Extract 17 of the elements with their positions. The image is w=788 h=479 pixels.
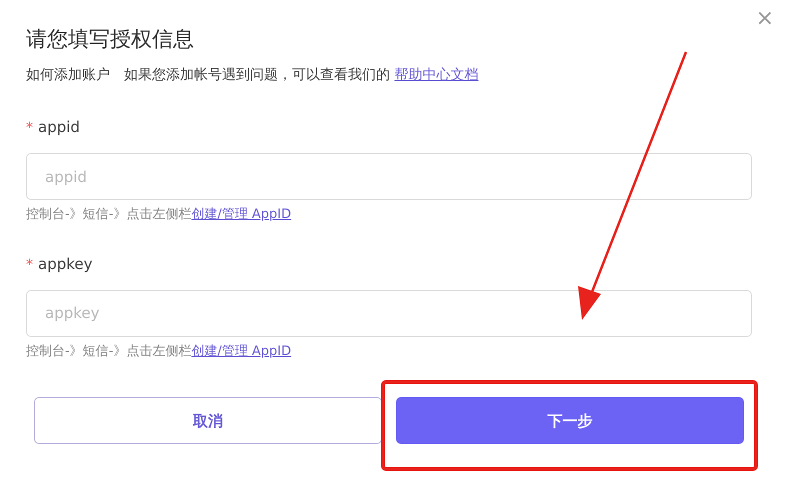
help-center-link[interactable]: 帮助中心文档 xyxy=(394,67,478,84)
intro-text: 如果您添加帐号遇到问题，可以查看我们的 帮助中心文档 xyxy=(124,66,478,86)
next-button[interactable]: 下一步 xyxy=(396,397,744,444)
hint-link[interactable]: 创建/管理 AppID xyxy=(191,207,292,222)
hint-text: 控制台-》短信-》点击左侧栏创建/管理 AppID xyxy=(26,206,292,224)
required-mark: * xyxy=(26,256,33,275)
field-label: appid xyxy=(38,117,80,138)
input-field[interactable]: appid xyxy=(26,153,752,200)
hint-link[interactable]: 创建/管理 AppID xyxy=(191,344,292,359)
close-button[interactable]: × xyxy=(754,8,776,30)
required-mark: * xyxy=(26,119,33,138)
field-label: appkey xyxy=(38,254,92,275)
cancel-button[interactable]: 取消 xyxy=(34,397,382,444)
intro-heading: 如何添加账户 xyxy=(26,66,110,86)
dialog-title: 请您填写授权信息 xyxy=(26,26,195,53)
input-field[interactable]: appkey xyxy=(26,290,752,337)
hint-text: 控制台-》短信-》点击左侧栏创建/管理 AppID xyxy=(26,342,292,361)
